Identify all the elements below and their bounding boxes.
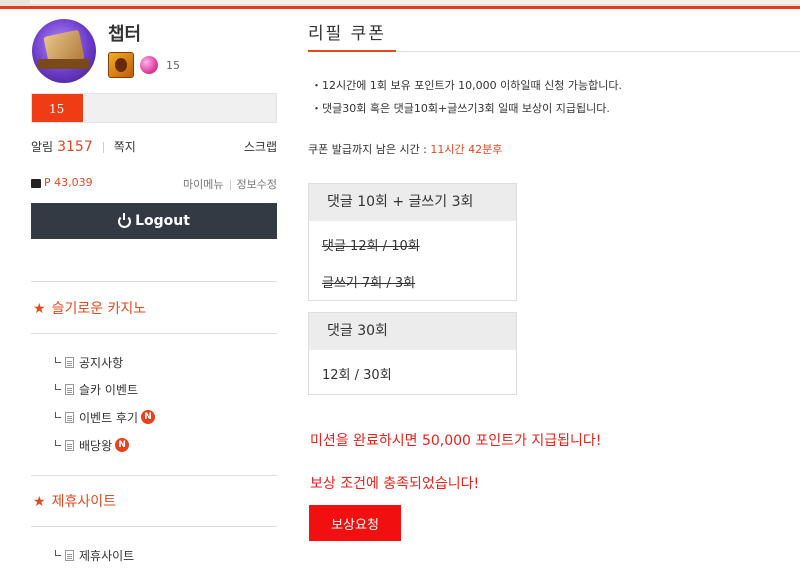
note-link[interactable]: 쪽지 [114,140,136,154]
status-message: 보상 조건에 충족되었습니다! [310,476,480,492]
menu-item-event[interactable]: 슬카 이벤트 [55,381,138,397]
notice-line-1: ・12시간에 1회 보유 포인트가 10,000 이하일때 신청 가능합니다. [311,79,622,92]
menu-item-label: 제휴사이트 [79,548,135,563]
alarm-link[interactable]: 알림 3157 [31,139,93,155]
menu-item-dividend-king[interactable]: 배당왕 N [55,437,130,453]
username: 챕터 [108,24,142,45]
mission-title: 댓글 30회 [309,313,516,350]
document-icon [65,356,74,368]
divider [31,333,277,334]
section-title-casino[interactable]: ★ 슬기로운 카지노 [33,298,146,318]
menu-item-notice[interactable]: 공지사항 [55,354,123,370]
tree-branch-icon [55,412,61,418]
menu-item-label: 이벤트 후기 [79,410,139,425]
page-title: 리필 쿠폰 [308,24,386,44]
title-underline [308,50,396,52]
menu-item-partner-site[interactable]: 제휴사이트 [55,547,134,563]
pink-orb-icon [140,56,158,74]
top-accent-line [0,6,800,9]
divider [31,475,277,476]
menu-item-label: 배당왕 [79,438,113,453]
document-icon [65,411,74,423]
gift-icon [31,178,41,188]
document-icon [65,549,74,561]
alarm-count: 3157 [57,139,93,155]
menu-item-label: 슬카 이벤트 [79,382,139,397]
edit-info-link[interactable]: 정보수정 [237,178,277,191]
section-title-label: 슬기로운 카지노 [51,301,147,317]
avatar[interactable] [32,19,96,83]
logout-button[interactable]: Logout [31,203,277,239]
menu-item-event-review[interactable]: 이벤트 후기 N [55,409,156,425]
document-icon [65,383,74,395]
divider [31,526,277,527]
alarm-row: 알림 3157 쪽지 스크랩 [31,138,277,156]
tree-branch-icon [55,384,61,390]
remaining-label: 쿠폰 발급까지 남은 시간 : [308,143,431,156]
alarm-label: 알림 [31,140,54,154]
level-badge-icon [108,52,134,78]
reward-message: 미션을 완료하시면 50,000 포인트가 지급됩니다! [310,433,602,449]
menu-item-label: 공지사항 [79,355,124,370]
scrap-link[interactable]: 스크랩 [244,138,277,155]
power-icon [118,212,132,228]
star-icon: ★ [33,494,46,510]
mission-title: 댓글 10회 + 글쓰기 3회 [309,184,516,221]
logout-label: Logout [135,213,190,229]
points-value: P 43,039 [44,176,93,189]
remaining-time-text: 쿠폰 발급까지 남은 시간 : 11시간 42분후 [308,141,502,157]
divider [31,281,277,282]
new-badge: N [141,410,156,424]
notice-line-2: ・댓글30회 혹은 댓글10회+글쓰기3회 일때 보상이 지급됩니다. [311,102,610,115]
tree-branch-icon [55,440,61,446]
divider [102,142,104,153]
mission-progress-line: 글쓰기 7회 / 3회 [322,276,416,291]
level-progress-bar: 15 [31,93,277,123]
level-progress-label: 15 [49,102,65,116]
level-number: 15 [166,59,180,72]
claim-reward-button[interactable]: 보상요청 [309,505,401,541]
level-badge-face [115,58,127,72]
section-title-label: 제휴사이트 [51,494,116,510]
remaining-time: 11시간 42분후 [430,143,503,156]
my-menu-link[interactable]: 마이메뉴 [183,178,223,191]
mission-box-comment-30: 댓글 30회 12회 / 30회 [308,312,517,395]
mission-progress-line: 댓글 12회 / 10회 [322,239,420,254]
star-icon: ★ [33,301,46,317]
tree-branch-icon [55,550,61,556]
mission-box-comment-post: 댓글 10회 + 글쓰기 3회 댓글 12회 / 10회 글쓰기 7회 / 3회 [308,183,517,301]
document-icon [65,439,74,451]
section-title-partner[interactable]: ★ 제휴사이트 [33,491,116,511]
new-badge: N [115,438,130,452]
top-banner-inner [30,0,800,4]
mission-progress-line: 12회 / 30회 [322,368,392,383]
avatar-banner-art [38,59,90,69]
divider [229,180,231,190]
profile-links: 마이메뉴 정보수정 [183,176,277,192]
points-row: P 43,039 마이메뉴 정보수정 [31,176,277,192]
tree-branch-icon [55,357,61,363]
